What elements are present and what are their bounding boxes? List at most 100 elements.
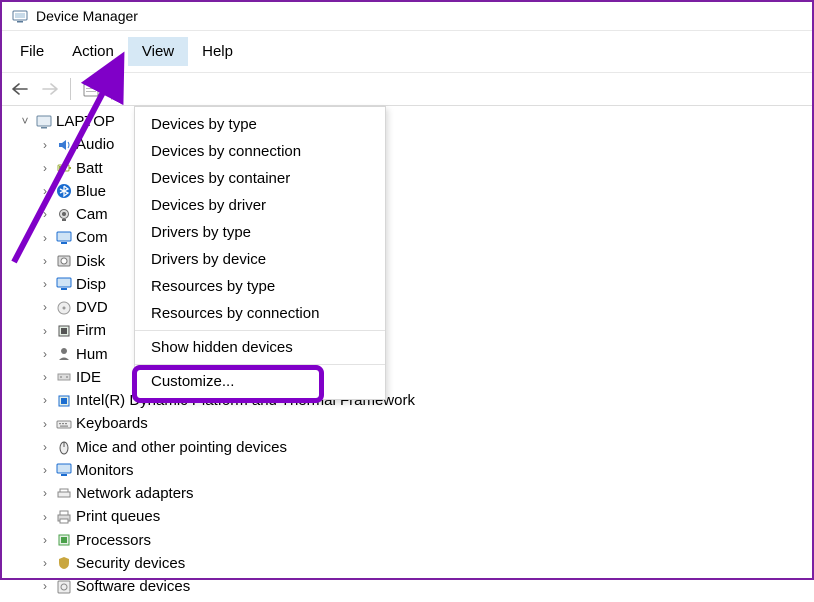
view-dropdown: Devices by type Devices by connection De… xyxy=(134,106,386,400)
expand-icon[interactable]: › xyxy=(38,368,52,387)
expand-icon[interactable]: › xyxy=(38,136,52,155)
tree-item-label: IDE xyxy=(76,366,101,389)
expand-icon[interactable]: › xyxy=(38,229,52,248)
tree-item[interactable]: › Software devices xyxy=(4,575,810,598)
tree-item[interactable]: › Batt xyxy=(4,157,810,180)
dd-devices-by-type[interactable]: Devices by type xyxy=(135,111,385,138)
computer-icon xyxy=(35,113,53,131)
expand-icon[interactable]: › xyxy=(38,438,52,457)
properties-button[interactable] xyxy=(79,77,103,101)
forward-button[interactable] xyxy=(38,77,62,101)
tree-item-label: Blue xyxy=(76,180,106,203)
expand-icon[interactable]: › xyxy=(38,275,52,294)
tree-item-label: Hum xyxy=(76,343,108,366)
dropdown-separator xyxy=(135,364,385,365)
expand-icon[interactable]: › xyxy=(38,415,52,434)
tree-item[interactable]: › Processors xyxy=(4,529,810,552)
cpu-icon xyxy=(55,531,73,549)
tree-item[interactable]: › Print queues xyxy=(4,505,810,528)
tree-item-label: Disp xyxy=(76,273,106,296)
tree-item[interactable]: › IDE xyxy=(4,366,810,389)
tree-item[interactable]: › Audio xyxy=(4,133,810,156)
mouse-icon xyxy=(55,438,73,456)
tree-item-label: Processors xyxy=(76,529,151,552)
dd-devices-by-driver[interactable]: Devices by driver xyxy=(135,192,385,219)
tree-item-label: Security devices xyxy=(76,552,185,575)
dvd-icon xyxy=(55,299,73,317)
titlebar: Device Manager xyxy=(2,2,812,31)
tree-item[interactable]: › Com xyxy=(4,226,810,249)
tree-item[interactable]: › Disp xyxy=(4,273,810,296)
dd-drivers-by-device[interactable]: Drivers by device xyxy=(135,246,385,273)
expand-icon[interactable]: › xyxy=(38,345,52,364)
tree-item-label: Mice and other pointing devices xyxy=(76,436,287,459)
tree-item-label: Software devices xyxy=(76,575,190,598)
expand-icon[interactable]: › xyxy=(38,508,52,527)
expand-icon[interactable]: › xyxy=(38,461,52,480)
expand-icon[interactable]: › xyxy=(38,322,52,341)
security-icon xyxy=(55,554,73,572)
tree-item-label: Keyboards xyxy=(76,412,148,435)
dd-devices-by-container[interactable]: Devices by container xyxy=(135,165,385,192)
menu-action[interactable]: Action xyxy=(58,37,128,66)
tree-item[interactable]: › Network adapters xyxy=(4,482,810,505)
tree-item[interactable]: › Mice and other pointing devices xyxy=(4,436,810,459)
tree-item[interactable]: ›DVD xyxy=(4,296,810,319)
expand-icon[interactable]: › xyxy=(38,531,52,550)
printer-icon xyxy=(55,508,73,526)
tree-item[interactable]: ›Disk xyxy=(4,250,810,273)
dd-devices-by-connection[interactable]: Devices by connection xyxy=(135,138,385,165)
menu-help[interactable]: Help xyxy=(188,37,247,66)
menu-view[interactable]: View xyxy=(128,37,188,66)
tree-item-label: Com xyxy=(76,226,108,249)
monitor-icon xyxy=(55,229,73,247)
tree-item-label: Audio xyxy=(76,133,114,156)
tree-item[interactable]: › Security devices xyxy=(4,552,810,575)
tree-item-label: Print queues xyxy=(76,505,160,528)
display-icon xyxy=(55,275,73,293)
expand-icon[interactable]: › xyxy=(38,252,52,271)
menu-file[interactable]: File xyxy=(6,37,58,66)
tree-root-label: LAPTOP xyxy=(56,110,115,133)
disk-icon xyxy=(55,252,73,270)
bluetooth-icon xyxy=(55,182,73,200)
dd-resources-by-type[interactable]: Resources by type xyxy=(135,273,385,300)
device-manager-icon xyxy=(12,8,28,24)
expand-icon[interactable]: › xyxy=(38,298,52,317)
tree-item[interactable]: ›Intel(R) Dynamic Platform and Thermal F… xyxy=(4,389,810,412)
chip-icon xyxy=(55,392,73,410)
expand-icon[interactable]: › xyxy=(38,554,52,573)
tree-item[interactable]: ›Monitors xyxy=(4,459,810,482)
expand-icon[interactable]: › xyxy=(38,484,52,503)
menubar: File Action View Help xyxy=(2,31,812,73)
collapse-icon[interactable]: ˅ xyxy=(18,112,32,131)
expand-icon[interactable]: › xyxy=(38,182,52,201)
dd-show-hidden-devices[interactable]: Show hidden devices xyxy=(135,334,385,361)
software-icon xyxy=(55,578,73,596)
window-title: Device Manager xyxy=(36,8,138,24)
expand-icon[interactable]: › xyxy=(38,391,52,410)
tree-item-label: Network adapters xyxy=(76,482,194,505)
audio-icon xyxy=(55,136,73,154)
tree-item[interactable]: › Blue xyxy=(4,180,810,203)
tree-item[interactable]: › Hum xyxy=(4,343,810,366)
back-button[interactable] xyxy=(8,77,32,101)
tree-item-label: Batt xyxy=(76,157,103,180)
monitor-icon xyxy=(55,461,73,479)
human-icon xyxy=(55,345,73,363)
dropdown-separator xyxy=(135,330,385,331)
dd-resources-by-connection[interactable]: Resources by connection xyxy=(135,300,385,327)
camera-icon xyxy=(55,206,73,224)
dd-customize[interactable]: Customize... xyxy=(135,368,385,395)
tree-item[interactable]: ›Firm xyxy=(4,319,810,342)
expand-icon[interactable]: › xyxy=(38,577,52,596)
tree-item[interactable]: › Keyboards xyxy=(4,412,810,435)
dd-drivers-by-type[interactable]: Drivers by type xyxy=(135,219,385,246)
expand-icon[interactable]: › xyxy=(38,205,52,224)
expand-icon[interactable]: › xyxy=(38,159,52,178)
device-tree[interactable]: ˅ LAPTOP ›Audio›Batt›Blue›Cam›Com›Disk›D… xyxy=(4,110,810,598)
tree-root[interactable]: ˅ LAPTOP xyxy=(4,110,810,133)
tree-item[interactable]: ›Cam xyxy=(4,203,810,226)
toolbar xyxy=(2,73,812,106)
battery-icon xyxy=(55,159,73,177)
